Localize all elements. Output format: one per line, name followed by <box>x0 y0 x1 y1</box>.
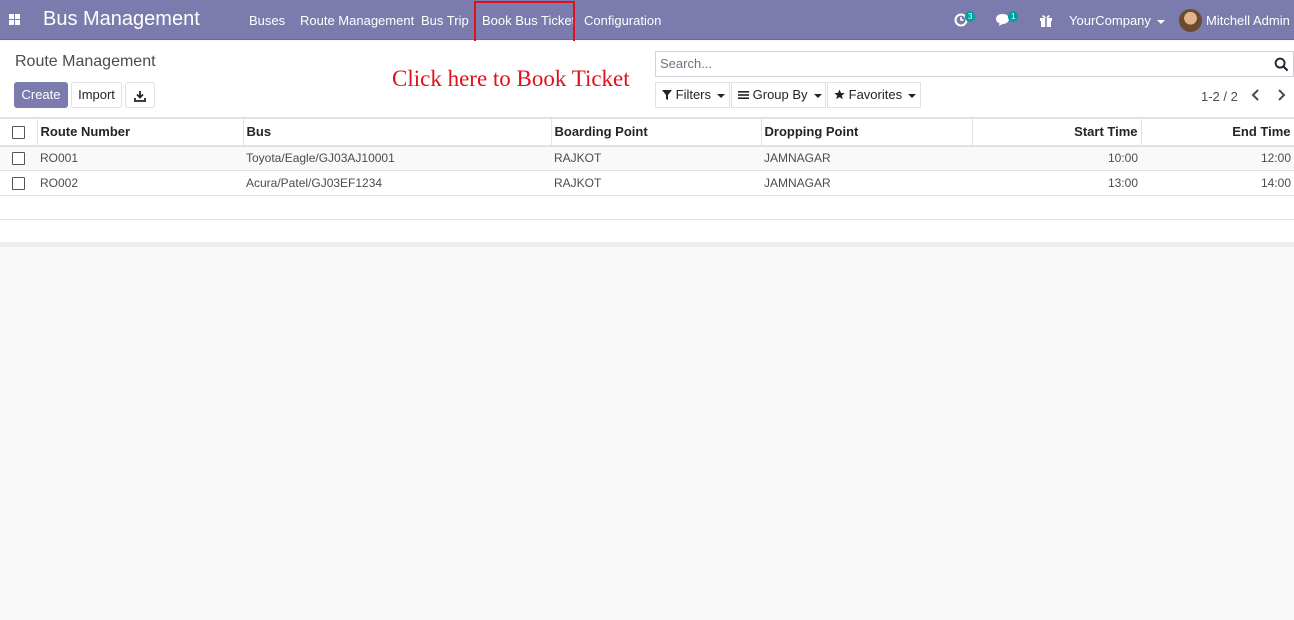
select-all-cell[interactable] <box>0 118 38 147</box>
cell-boarding-point[interactable]: RAJKOT <box>551 170 761 196</box>
cell-route-number[interactable]: RO001 <box>37 145 243 171</box>
annotation-text: Click here to Book Ticket <box>392 66 630 91</box>
table-footer <box>0 220 1294 247</box>
row-checkbox[interactable] <box>12 152 25 166</box>
chevron-down-icon <box>717 93 726 98</box>
cell-start-time[interactable]: 13:00 <box>972 170 1141 196</box>
cell-bus[interactable]: Acura/Patel/GJ03EF1234 <box>243 170 551 196</box>
route-table: Route Number Bus Boarding Point Dropping… <box>0 118 1294 220</box>
breadcrumb: Route Management <box>15 53 156 70</box>
company-name: YourCompany <box>1069 13 1151 28</box>
cell-end-time[interactable]: 14:00 <box>1141 170 1294 196</box>
chevron-left-icon[interactable] <box>1250 88 1262 102</box>
app-title: Bus Management <box>43 8 200 30</box>
top-navbar: Bus Management Buses Route Management Bu… <box>0 0 1294 43</box>
row-select-cell[interactable] <box>0 145 37 171</box>
groupby-label: Group By <box>752 87 808 102</box>
favorites-dropdown[interactable]: Favorites <box>827 82 921 108</box>
column-header-end-time[interactable]: End Time <box>1141 118 1294 147</box>
row-checkbox[interactable] <box>12 177 25 191</box>
user-menu[interactable]: Mitchell Admin <box>1206 13 1294 28</box>
cell-start-time[interactable]: 10:00 <box>972 145 1141 171</box>
cell-route-number[interactable]: RO002 <box>37 170 243 196</box>
create-button[interactable]: Create <box>14 82 68 108</box>
empty-row <box>0 195 1294 220</box>
apps-menu-icon[interactable] <box>9 14 20 25</box>
download-button[interactable] <box>125 82 155 108</box>
star-icon <box>834 89 845 100</box>
column-header-start-time[interactable]: Start Time <box>972 118 1142 147</box>
chevron-down-icon <box>813 93 822 98</box>
route-list: Route Number Bus Boarding Point Dropping… <box>0 118 1294 247</box>
menu-route-management[interactable]: Route Management <box>300 13 414 28</box>
filters-dropdown[interactable]: Filters <box>655 82 730 108</box>
menu-configuration[interactable]: Configuration <box>584 13 661 28</box>
messages-count-badge: 1 <box>1008 11 1019 22</box>
table-header-row: Route Number Bus Boarding Point Dropping… <box>0 118 1294 147</box>
user-avatar[interactable] <box>1179 9 1202 32</box>
cell-end-time[interactable]: 12:00 <box>1141 145 1294 171</box>
company-switcher[interactable]: YourCompany <box>1069 13 1165 28</box>
chevron-right-icon[interactable] <box>1275 88 1287 102</box>
cell-bus[interactable]: Toyota/Eagle/GJ03AJ10001 <box>243 145 551 171</box>
empty-cell <box>0 195 1294 220</box>
chevron-down-icon <box>908 93 917 98</box>
menu-buses[interactable]: Buses <box>249 13 285 28</box>
column-header-dropping-point[interactable]: Dropping Point <box>761 118 973 147</box>
search-icon[interactable] <box>1274 57 1289 72</box>
search-input[interactable] <box>660 56 1260 71</box>
activity-count-badge: 3 <box>965 11 976 22</box>
groupby-dropdown[interactable]: Group By <box>731 82 826 108</box>
cell-dropping-point[interactable]: JAMNAGAR <box>761 145 972 171</box>
filter-icon <box>662 90 672 100</box>
search-box <box>655 51 1294 77</box>
column-header-route-number[interactable]: Route Number <box>37 118 244 147</box>
user-name: Mitchell Admin <box>1206 13 1290 28</box>
download-icon <box>134 90 146 102</box>
list-icon <box>738 91 749 99</box>
row-select-cell[interactable] <box>0 170 37 196</box>
menu-bus-trip[interactable]: Bus Trip <box>421 13 469 28</box>
chevron-down-icon <box>1156 19 1165 24</box>
filters-label: Filters <box>675 87 712 102</box>
favorites-label: Favorites <box>848 87 903 102</box>
pager-value[interactable]: 1-2 / 2 <box>1201 89 1238 104</box>
control-panel: Route Management Create Import Click her… <box>0 41 1294 118</box>
cell-dropping-point[interactable]: JAMNAGAR <box>761 170 972 196</box>
column-header-bus[interactable]: Bus <box>243 118 552 147</box>
table-row[interactable]: RO001 Toyota/Eagle/GJ03AJ10001 RAJKOT JA… <box>0 145 1294 171</box>
import-button[interactable]: Import <box>71 82 122 108</box>
cell-boarding-point[interactable]: RAJKOT <box>551 145 761 171</box>
select-all-checkbox[interactable] <box>12 126 25 140</box>
highlight-box <box>474 1 575 43</box>
gift-icon[interactable] <box>1038 12 1054 28</box>
column-header-boarding-point[interactable]: Boarding Point <box>551 118 762 147</box>
table-row[interactable]: RO002 Acura/Patel/GJ03EF1234 RAJKOT JAMN… <box>0 170 1294 196</box>
